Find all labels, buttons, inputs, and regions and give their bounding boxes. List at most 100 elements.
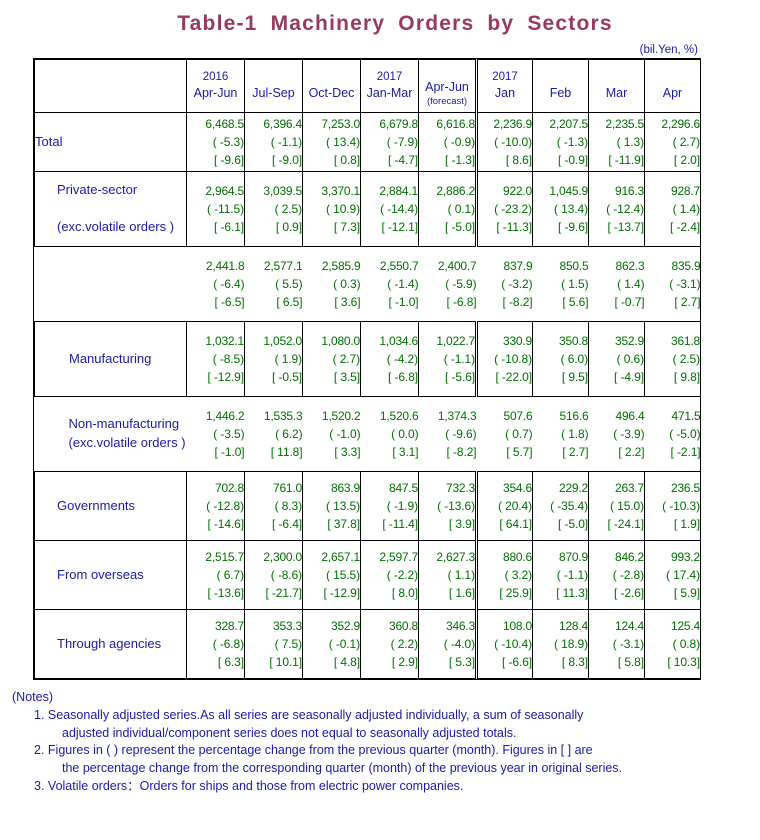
cell-non-manufacturing-c3: 1,520.6 ( 0.0) [ 3.1] [379, 408, 419, 460]
note-number: 1. [34, 707, 45, 722]
cell-governments-c1: 761.0 ( 8.3) [ -6.4] [244, 471, 303, 541]
table-row-total: Total 6,468.5 ( -5.3) [ -9.6] 6,396.4 ( … [34, 112, 701, 172]
cell-private-sector-c1: 3,039.5 ( 2.5) [ 0.9] [244, 171, 303, 247]
cell-private-sector-c0: 2,964.5 ( -11.5) [ -6.1] [186, 171, 245, 247]
cell-non-manufacturing-c5: 507.6 ( 0.7) [ 5.7] [503, 408, 533, 460]
cell-through-agencies-c1: 353.3 ( 7.5) [ 10.1] [244, 609, 303, 679]
table-header-row: 2016 Apr-Jun Jul-Sep Oct-Dec 2017 Jan-Ma… [34, 59, 701, 113]
column-header-2016-oct-dec: Oct-Dec [302, 59, 361, 113]
cell-private-sector-c3: 2,884.1 ( -14.4) [ -12.1] [360, 171, 419, 247]
cell-total-c6: 2,207.5 ( -1.3) [ -0.9] [532, 112, 589, 172]
column-forecast-note: (forecast) [426, 95, 468, 107]
column-year: 2017 [492, 70, 518, 83]
cell-governments-c2: 863.9 ( 13.5) [ 37.8] [302, 471, 361, 541]
cell-governments-c3: 847.5 ( -1.9) [ -11.4] [360, 471, 419, 541]
cell-non-manufacturing-c7: 496.4 ( -3.9) [ 2.2] [613, 408, 645, 460]
column-period: Oct-Dec [308, 86, 355, 101]
row-label-from-overseas: From overseas [34, 540, 187, 610]
column-period: Apr-Jun [425, 79, 469, 94]
cell-total-c7: 2,235.5 ( 1.3) [ -11.9] [588, 112, 645, 172]
notes-heading: (Notes) [12, 690, 53, 704]
cell-governments-c5: 354.6 ( 20.4) [ 64.1] [475, 471, 533, 541]
cell-non-manufacturing-c0: 1,446.2 ( -3.5) [ -1.0] [205, 408, 245, 460]
cell-from-overseas-c1: 2,300.0 ( -8.6) [ -21.7] [244, 540, 303, 610]
cell-from-overseas-c6: 870.9 ( -1.1) [ 11.3] [532, 540, 589, 610]
table-row-non-manufacturing: Non-manufacturing (exc.volatile orders )… [35, 397, 701, 472]
row-label-private-sector-exc-volatile [35, 247, 187, 322]
cell-total-c1: 6,396.4 ( -1.1) [ -9.0] [244, 112, 303, 172]
cell-private-exc-c7: 862.3 ( 1.4) [ -0.7] [614, 258, 645, 310]
cell-non-manufacturing-c6: 516.6 ( 1.8) [ 2.7] [559, 408, 589, 460]
cell-total-c0: 6,468.5 ( -5.3) [ -9.6] [186, 112, 245, 172]
row-label-governments: Governments [34, 471, 187, 541]
cell-private-exc-c3: 2,550.7 ( -1.4) [ -1.0] [379, 258, 419, 310]
row-label-manufacturing: Manufacturing [34, 321, 187, 397]
column-header-2017-jan-mar: 2017 Jan-Mar [360, 59, 419, 113]
cell-manufacturing-c1: 1,052.0 ( 1.9) [ -0.5] [244, 321, 303, 397]
cell-from-overseas-c0: 2,515.7 ( 6.7) [ -13.6] [186, 540, 245, 610]
note-item-3: 3. Volatile orders：Orders for ships and … [26, 778, 760, 796]
cell-through-agencies-c5: 108.0 ( -10.4) [ -6.6] [475, 609, 533, 679]
table-row-private-sector: Private-sector (exc.volatile orders ) 2,… [34, 171, 701, 247]
cell-manufacturing-c8: 361.8 ( 2.5) [ 9.8] [644, 321, 701, 397]
note-text: Seasonally adjusted series.As all series… [47, 707, 584, 722]
cell-from-overseas-c7: 846.2 ( -2.8) [ -2.6] [588, 540, 645, 610]
row-label-through-agencies: Through agencies [34, 609, 187, 679]
cell-manufacturing-c6: 350.8 ( 6.0) [ 9.5] [532, 321, 589, 397]
cell-private-exc-c5: 837.9 ( -3.2) [ -8.2] [501, 258, 533, 310]
column-header-2016-jul-sep: Jul-Sep [244, 59, 303, 113]
cell-private-sector-c5: 922.0 ( -23.2) [ -11.3] [475, 171, 533, 247]
table-row-from-overseas: From overseas 2,515.7 ( 6.7) [ -13.6] 2,… [34, 540, 701, 610]
cell-total-c5: 2,236.9 ( -10.0) [ 8.6] [475, 112, 533, 172]
cell-non-manufacturing-c8: 471.5 ( -5.0) [ -2.1] [669, 408, 701, 460]
column-header-2017-jan: 2017 Jan [475, 59, 533, 113]
column-period: Mar [605, 86, 628, 101]
column-period: Jan [494, 86, 516, 101]
column-period: Apr-Jun [193, 86, 238, 101]
cell-from-overseas-c5: 880.6 ( 3.2) [ 25.9] [475, 540, 533, 610]
notes-list: 1. Seasonally adjusted series.As all ser… [8, 707, 760, 796]
cell-governments-c8: 236.5 ( -10.3) [ 1.9] [644, 471, 701, 541]
row-label-private-sector: Private-sector (exc.volatile orders ) [34, 171, 187, 247]
column-period: Apr [662, 86, 683, 101]
cell-private-sector-c6: 1,045.9 ( 13.4) [ -9.6] [532, 171, 589, 247]
cell-private-sector-c7: 916.3 ( -12.4) [ -13.7] [588, 171, 645, 247]
column-period: Jul-Sep [252, 86, 295, 101]
table-row-governments: Governments 702.8 ( -12.8) [ -14.6] 761.… [34, 471, 701, 541]
table-row-manufacturing: Manufacturing 1,032.1 ( -8.5) [ -12.9] 1… [34, 321, 701, 397]
cell-manufacturing-c0: 1,032.1 ( -8.5) [ -12.9] [186, 321, 245, 397]
row-label-sub: (exc.volatile orders ) [68, 435, 186, 450]
table-row-through-agencies: Through agencies 328.7 ( -6.8) [ 6.3] 35… [34, 609, 701, 679]
cell-through-agencies-c6: 128.4 ( 18.9) [ 8.3] [532, 609, 589, 679]
column-header-2016-apr-jun: 2016 Apr-Jun [186, 59, 245, 113]
cell-from-overseas-c3: 2,597.7 ( -2.2) [ 8.0] [360, 540, 419, 610]
cell-manufacturing-c5: 330.9 ( -10.8) [ -22.0] [475, 321, 533, 397]
cell-total-c2: 7,253.0 ( 13.4) [ 0.8] [302, 112, 361, 172]
row-label-total: Total [34, 112, 187, 172]
column-period: Feb [549, 86, 572, 101]
note-text-cont: adjusted individual/component series doe… [62, 725, 517, 740]
cell-total-c4: 6,616.8 ( -0.9) [ -1.3] [418, 112, 477, 172]
row-label-main: Private-sector [57, 182, 138, 198]
row-label-main: Non-manufacturing [68, 416, 180, 432]
cell-through-agencies-c8: 125.4 ( 0.8) [ 10.3] [644, 609, 701, 679]
cell-private-sector-c2: 3,370.1 ( 10.9) [ 7.3] [302, 171, 361, 247]
cell-private-exc-c1: 2,577.1 ( 5.5) [ 6.5] [263, 258, 303, 310]
row-label-non-manufacturing: Non-manufacturing (exc.volatile orders ) [35, 397, 187, 472]
cell-through-agencies-c3: 360.8 ( 2.2) [ 2.9] [360, 609, 419, 679]
cell-private-sector-c8: 928.7 ( 1.4) [ -2.4] [644, 171, 701, 247]
cell-manufacturing-c7: 352.9 ( 0.6) [ -4.9] [588, 321, 645, 397]
column-header-2017-apr: Apr [644, 59, 701, 113]
column-period: Jan-Mar [366, 86, 413, 101]
page-title: Table-1 Machinery Orders by Sectors [177, 12, 613, 35]
column-year: 2016 [202, 70, 229, 83]
cell-governments-c4: 732.3 ( -13.6) [ 3.9] [418, 471, 477, 541]
note-item-2: 2. Figures in ( ) represent the percenta… [26, 742, 760, 778]
cell-manufacturing-c3: 1,034.6 ( -4.2) [ -6.8] [360, 321, 419, 397]
row-label-sub: (exc.volatile orders ) [57, 219, 175, 234]
note-item-1: 1. Seasonally adjusted series.As all ser… [26, 707, 760, 743]
notes-section: (Notes) 1. Seasonally adjusted series.As… [8, 689, 760, 796]
cell-non-manufacturing-c2: 1,520.2 ( -1.0) [ 3.3] [321, 408, 361, 460]
cell-total-c8: 2,296.6 ( 2.7) [ 2.0] [644, 112, 701, 172]
column-year: 2017 [376, 70, 403, 83]
